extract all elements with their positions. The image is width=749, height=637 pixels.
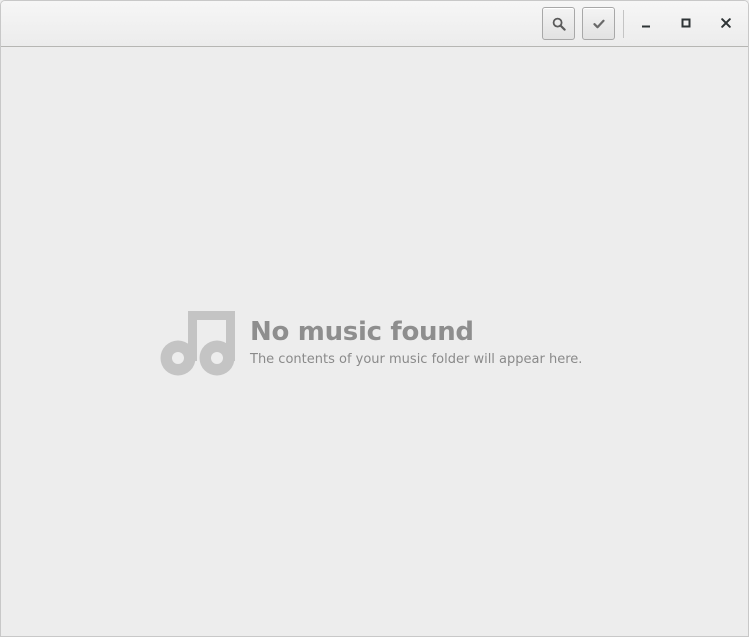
minimize-icon — [641, 18, 651, 28]
minimize-button[interactable] — [631, 8, 661, 38]
music-note-icon — [159, 311, 235, 377]
checkmark-icon — [592, 19, 605, 29]
close-button[interactable] — [711, 8, 741, 38]
header-bar — [1, 1, 748, 47]
music-app-window: No music found The contents of your musi… — [0, 0, 749, 637]
empty-state-text: No music found The contents of your musi… — [250, 311, 582, 370]
empty-state-title: No music found — [250, 317, 474, 347]
empty-state: No music found The contents of your musi… — [159, 311, 582, 377]
header-separator — [623, 10, 624, 38]
maximize-icon — [681, 18, 691, 28]
select-button[interactable] — [582, 7, 615, 40]
maximize-button[interactable] — [671, 8, 701, 38]
close-icon — [721, 18, 731, 28]
search-icon — [552, 17, 566, 31]
search-button[interactable] — [542, 7, 575, 40]
empty-state-subtitle: The contents of your music folder will a… — [250, 352, 583, 367]
